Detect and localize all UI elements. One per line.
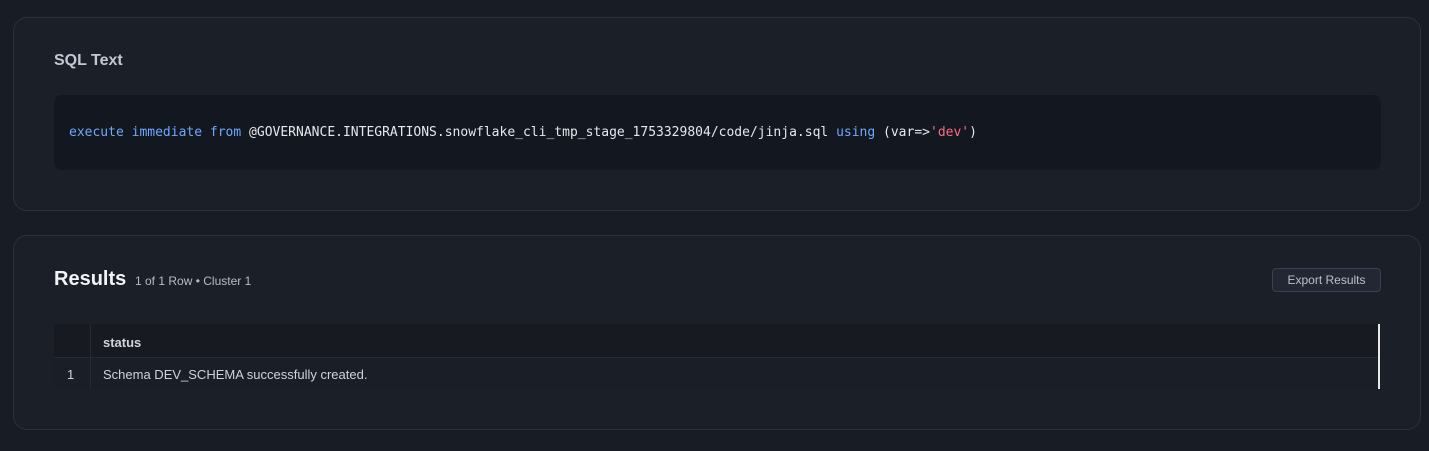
sql-keyword-immediate: immediate <box>131 125 203 140</box>
sql-args-close: ) <box>969 125 977 140</box>
results-grid[interactable]: status 1 Schema DEV_SCHEMA successfully … <box>54 324 1381 389</box>
export-results-button[interactable]: Export Results <box>1272 268 1381 292</box>
sql-keyword-from: from <box>209 125 242 140</box>
results-card: Results 1 of 1 Row • Cluster 1 Export Re… <box>13 235 1421 430</box>
sql-string-literal: 'dev' <box>930 125 970 140</box>
sql-code-block[interactable]: execute immediate from @GOVERNANCE.INTEG… <box>54 95 1381 170</box>
table-row[interactable]: 1 Schema DEV_SCHEMA successfully created… <box>54 359 1378 389</box>
results-title: Results <box>54 268 127 290</box>
column-header-status[interactable]: status <box>103 335 141 350</box>
column-resize-handle[interactable] <box>1378 324 1380 389</box>
sql-text-title: SQL Text <box>54 52 123 69</box>
column-divider <box>90 324 91 389</box>
sql-stage-path: @GOVERNANCE.INTEGRATIONS.snowflake_cli_t… <box>249 125 829 140</box>
row-number: 1 <box>67 367 75 382</box>
cell-status[interactable]: Schema DEV_SCHEMA successfully created. <box>103 367 367 382</box>
sql-keyword-execute: execute <box>69 125 124 140</box>
grid-header-row: status <box>54 324 1378 358</box>
sql-keyword-using: using <box>836 125 876 140</box>
results-row-count: 1 of 1 Row • Cluster 1 <box>135 274 252 288</box>
sql-text-card: SQL Text execute immediate from @GOVERNA… <box>13 17 1421 211</box>
sql-args-open: (var=> <box>883 125 930 140</box>
